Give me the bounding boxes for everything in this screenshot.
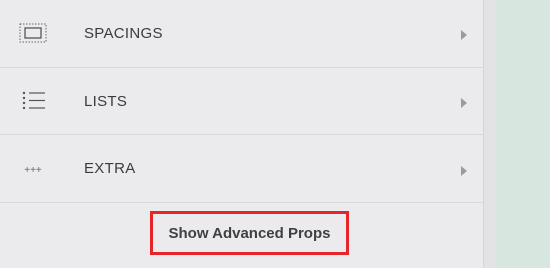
properties-panel: SPACINGS LISTS +++ EXTRA Show Advanced P… <box>0 0 483 268</box>
section-label-extra: EXTRA <box>84 160 136 177</box>
chevron-right-icon <box>459 28 469 40</box>
more-dots-icon: +++ <box>18 159 48 181</box>
spacing-box-icon <box>18 22 48 44</box>
chevron-right-icon <box>459 96 469 108</box>
panel-scroll-gutter[interactable] <box>483 0 496 268</box>
svg-text:+++: +++ <box>24 165 42 176</box>
panel-footer: Show Advanced Props <box>0 203 483 268</box>
section-row-spacings[interactable]: SPACINGS <box>0 0 483 68</box>
section-row-lists[interactable]: LISTS <box>0 68 483 135</box>
section-label-spacings: SPACINGS <box>84 25 163 42</box>
list-icon <box>18 90 48 112</box>
section-label-lists: LISTS <box>84 93 128 110</box>
section-row-extra[interactable]: +++ EXTRA <box>0 135 483 203</box>
show-advanced-props-button[interactable]: Show Advanced Props <box>150 211 349 255</box>
chevron-right-icon <box>459 164 469 176</box>
